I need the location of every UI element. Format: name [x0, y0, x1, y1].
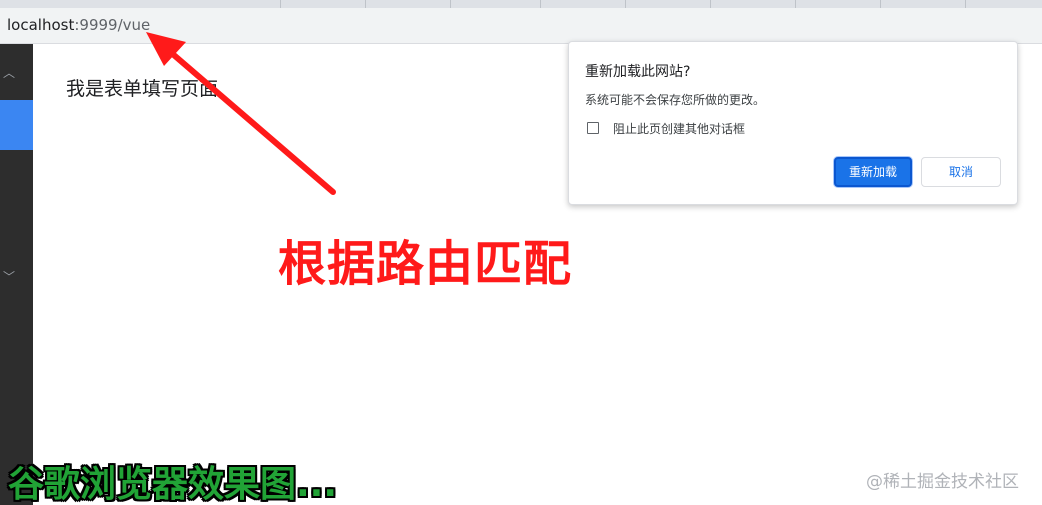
tab-divider	[795, 0, 796, 8]
tab-divider	[880, 0, 881, 8]
prevent-dialogs-checkbox[interactable]	[587, 122, 599, 134]
url-path: :9999/vue	[74, 16, 151, 34]
dialog-title: 重新加载此网站?	[585, 64, 691, 80]
tab-strip	[0, 0, 1042, 8]
tab-divider	[710, 0, 711, 8]
sidebar-active-item[interactable]	[0, 100, 33, 150]
sidebar: ︿ ﹀	[0, 44, 33, 505]
url-host: localhost	[7, 16, 75, 34]
tab-divider	[450, 0, 451, 8]
tab-divider	[540, 0, 541, 8]
tab-divider	[280, 0, 281, 8]
tab-divider	[965, 0, 966, 8]
page-heading: 我是表单填写页面	[66, 78, 219, 100]
address-bar[interactable]: localhost:9999/vue	[0, 8, 1042, 44]
url-text[interactable]: localhost:9999/vue	[7, 16, 150, 34]
dialog-message: 系统可能不会保存您所做的更改。	[585, 93, 766, 107]
tab-divider	[365, 0, 366, 8]
chevron-down-icon[interactable]: ﹀	[3, 268, 15, 285]
cancel-button[interactable]: 取消	[921, 157, 1001, 187]
prevent-dialogs-label[interactable]: 阻止此页创建其他对话框	[613, 120, 745, 137]
chrome-effect-annotation: 谷歌浏览器效果图...	[8, 464, 338, 505]
chevron-up-icon[interactable]: ︿	[3, 64, 15, 81]
reload-dialog: 重新加载此网站? 系统可能不会保存您所做的更改。 阻止此页创建其他对话框 重新加…	[568, 41, 1018, 205]
reload-button[interactable]: 重新加载	[834, 157, 912, 187]
route-match-annotation: 根据路由匹配	[278, 236, 573, 292]
tab-divider	[625, 0, 626, 8]
watermark: @稀土掘金技术社区	[866, 472, 1019, 492]
